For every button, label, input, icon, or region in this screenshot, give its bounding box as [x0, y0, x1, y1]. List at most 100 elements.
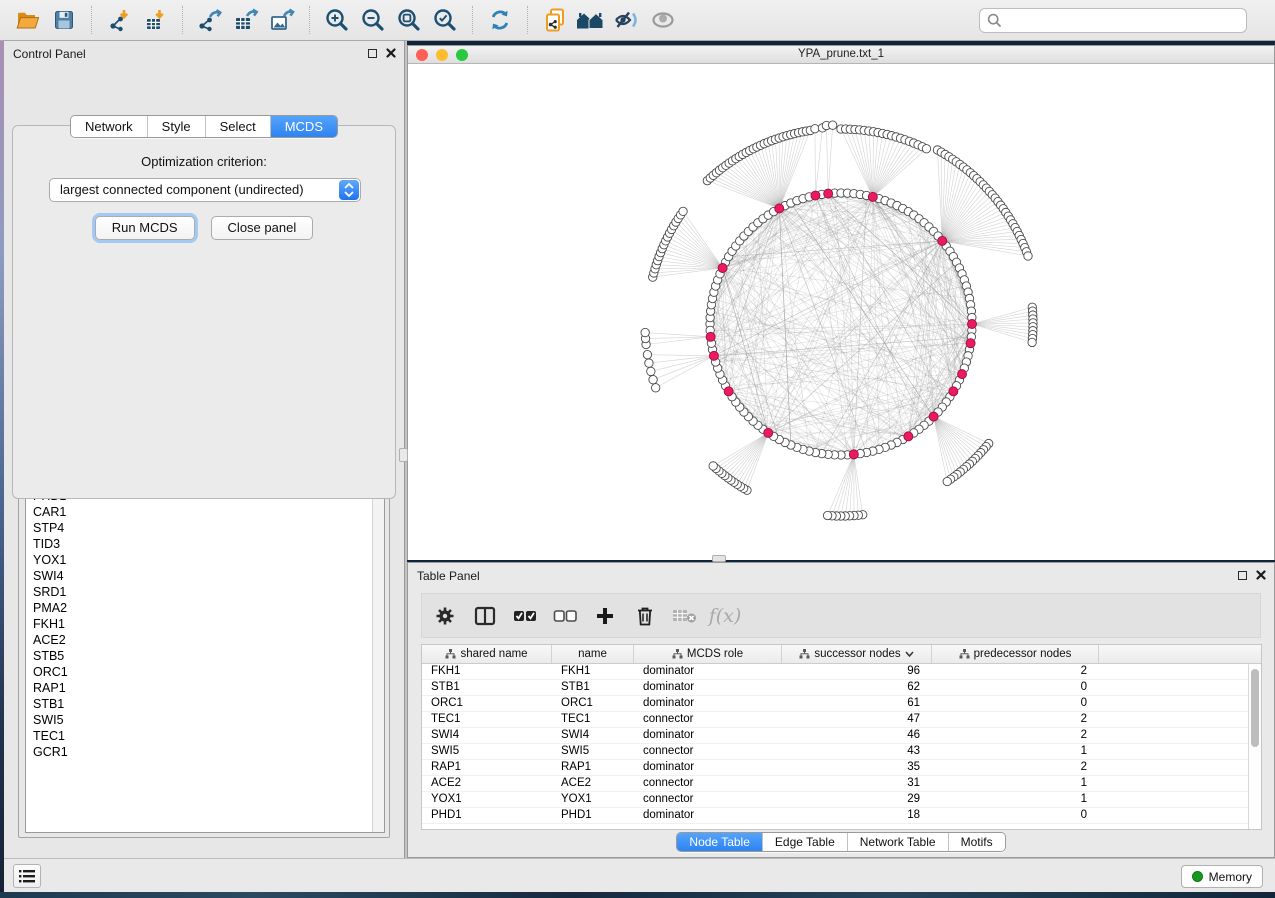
table-row[interactable]: PHD1PHD1dominator180	[422, 808, 1261, 824]
table-cell[interactable]: TEC1	[552, 712, 634, 727]
mcds-result-list[interactable]: PHD1CAR1STP4TID3YOX1SWI4SRD1PMA2FKH1ACE2…	[25, 484, 385, 833]
float-table-panel-icon[interactable]	[1238, 571, 1247, 580]
table-cell[interactable]: connector	[634, 792, 782, 807]
table-cell[interactable]: 1	[932, 744, 1099, 759]
table-cell[interactable]: dominator	[634, 680, 782, 695]
table-row[interactable]: SWI5SWI5connector431	[422, 744, 1261, 760]
table-cell[interactable]: 46	[782, 728, 932, 743]
tab-network[interactable]: Network	[71, 116, 147, 137]
table-cell[interactable]: 2	[932, 728, 1099, 743]
table-cell[interactable]: SWI5	[552, 744, 634, 759]
table-row[interactable]: TEC1TEC1connector472	[422, 712, 1261, 728]
table-cell[interactable]: PHD1	[422, 808, 552, 823]
maximize-window-icon[interactable]	[456, 49, 468, 61]
memory-button[interactable]: Memory	[1181, 865, 1263, 888]
result-list-scrollbar[interactable]	[372, 485, 384, 832]
deselect-all-icon[interactable]	[552, 603, 578, 629]
tab-edge-table[interactable]: Edge Table	[762, 833, 847, 851]
result-node-item[interactable]: TID3	[33, 536, 372, 552]
table-cell[interactable]: SWI4	[422, 728, 552, 743]
table-cell[interactable]: RAP1	[422, 760, 552, 775]
table-cell[interactable]: dominator	[634, 664, 782, 679]
tab-style[interactable]: Style	[147, 116, 205, 137]
result-node-item[interactable]: GCR1	[33, 744, 372, 760]
tab-select[interactable]: Select	[205, 116, 270, 137]
optimization-criterion-select[interactable]: largest connected component (undirected)	[49, 178, 361, 202]
function-builder-icon[interactable]: f(x)	[712, 603, 738, 629]
import-network-icon[interactable]	[101, 4, 137, 36]
tab-network-table[interactable]: Network Table	[847, 833, 948, 851]
table-row[interactable]: SWI4SWI4dominator462	[422, 728, 1261, 744]
save-session-icon[interactable]	[46, 4, 82, 36]
table-cell[interactable]: STB1	[552, 680, 634, 695]
zoom-fit-icon[interactable]	[391, 4, 427, 36]
network-graph[interactable]	[408, 65, 1274, 560]
delete-table-icon[interactable]	[672, 603, 698, 629]
table-cell[interactable]: 43	[782, 744, 932, 759]
column-header-name[interactable]: name	[552, 645, 634, 663]
table-cell[interactable]: ORC1	[422, 696, 552, 711]
show-graphics-details-icon[interactable]	[645, 4, 681, 36]
table-row[interactable]: STB1STB1dominator620	[422, 680, 1261, 696]
result-node-item[interactable]: STP4	[33, 520, 372, 536]
result-node-item[interactable]: STB5	[33, 648, 372, 664]
float-panel-icon[interactable]	[368, 49, 377, 58]
result-node-item[interactable]: ORC1	[33, 664, 372, 680]
import-table-icon[interactable]	[137, 4, 173, 36]
close-table-panel-icon[interactable]	[1256, 570, 1266, 580]
table-cell[interactable]: 31	[782, 776, 932, 791]
tab-motifs[interactable]: Motifs	[948, 833, 1005, 851]
table-cell[interactable]: dominator	[634, 760, 782, 775]
result-node-item[interactable]: STB1	[33, 696, 372, 712]
table-cell[interactable]: ACE2	[552, 776, 634, 791]
table-cell[interactable]: ACE2	[422, 776, 552, 791]
clone-network-icon[interactable]	[537, 4, 573, 36]
table-cell[interactable]: FKH1	[422, 664, 552, 679]
table-cell[interactable]: 29	[782, 792, 932, 807]
result-node-item[interactable]: SRD1	[33, 584, 372, 600]
network-canvas[interactable]	[408, 65, 1274, 560]
zoom-out-icon[interactable]	[355, 4, 391, 36]
table-row[interactable]: ACE2ACE2connector311	[422, 776, 1261, 792]
hide-graphics-details-icon[interactable]	[609, 4, 645, 36]
show-column-panel-icon[interactable]	[472, 603, 498, 629]
result-node-item[interactable]: CAR1	[33, 504, 372, 520]
table-cell[interactable]: 1	[932, 776, 1099, 791]
table-cell[interactable]: 96	[782, 664, 932, 679]
result-node-item[interactable]: TEC1	[33, 728, 372, 744]
table-cell[interactable]: SWI4	[552, 728, 634, 743]
zoom-in-icon[interactable]	[319, 4, 355, 36]
column-header-predecessor-nodes[interactable]: predecessor nodes	[932, 645, 1099, 663]
table-cell[interactable]: 0	[932, 808, 1099, 823]
table-cell[interactable]: 0	[932, 696, 1099, 711]
result-node-item[interactable]: ACE2	[33, 632, 372, 648]
table-cell[interactable]: YOX1	[552, 792, 634, 807]
table-cell[interactable]: SWI5	[422, 744, 552, 759]
table-row[interactable]: YOX1YOX1connector291	[422, 792, 1261, 808]
run-mcds-button[interactable]: Run MCDS	[95, 216, 195, 240]
zoom-selected-icon[interactable]	[427, 4, 463, 36]
select-all-icon[interactable]	[512, 603, 538, 629]
column-header-MCDS-role[interactable]: MCDS role	[634, 645, 782, 663]
table-cell[interactable]: 2	[932, 760, 1099, 775]
result-node-item[interactable]: FKH1	[33, 616, 372, 632]
table-cell[interactable]: 2	[932, 712, 1099, 727]
table-cell[interactable]: dominator	[634, 808, 782, 823]
close-panel-button[interactable]: Close panel	[211, 216, 314, 240]
task-history-button[interactable]	[13, 864, 41, 888]
table-cell[interactable]: connector	[634, 712, 782, 727]
table-row[interactable]: FKH1FKH1dominator962	[422, 664, 1261, 680]
table-row[interactable]: ORC1ORC1dominator610	[422, 696, 1261, 712]
table-cell[interactable]: STB1	[422, 680, 552, 695]
table-cell[interactable]: 18	[782, 808, 932, 823]
close-window-icon[interactable]	[416, 49, 428, 61]
table-cell[interactable]: 1	[932, 792, 1099, 807]
table-cell[interactable]: PHD1	[552, 808, 634, 823]
open-file-icon[interactable]	[10, 4, 46, 36]
table-cell[interactable]: 35	[782, 760, 932, 775]
export-image-icon[interactable]	[264, 4, 300, 36]
minimize-window-icon[interactable]	[436, 49, 448, 61]
table-cell[interactable]: 2	[932, 664, 1099, 679]
table-cell[interactable]: dominator	[634, 696, 782, 711]
table-cell[interactable]: dominator	[634, 728, 782, 743]
